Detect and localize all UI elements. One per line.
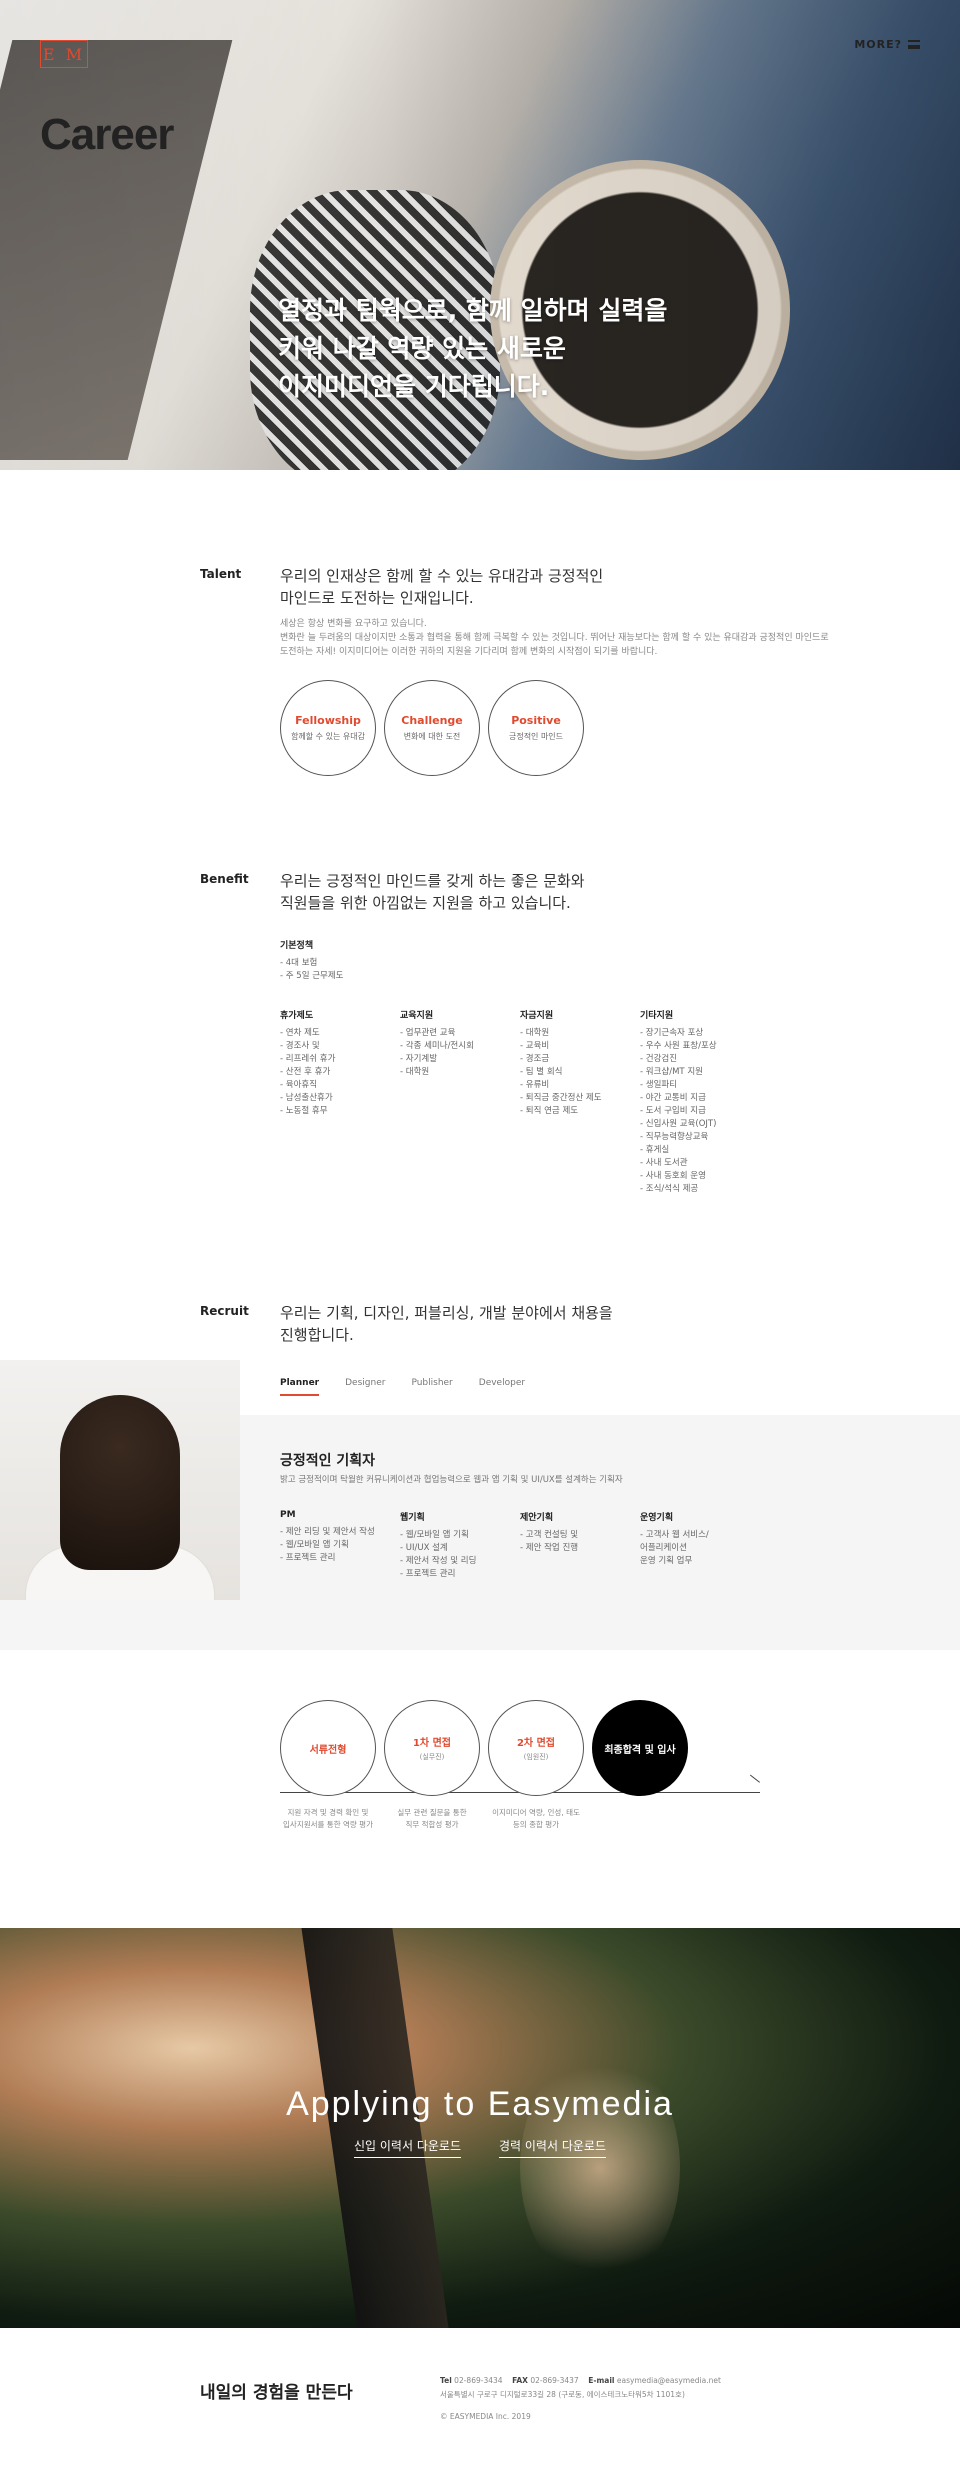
page: { "header": {"logo_text": "E M", "menu_l…: [0, 0, 960, 2478]
value-challenge: Challenge 변화에 대한 도전: [384, 680, 480, 776]
more-menu-button[interactable]: MORE?: [854, 38, 920, 51]
footer-email[interactable]: easymedia@easymedia.net: [617, 2376, 721, 2385]
job-column-operation: 운영기획 - 고객사 웹 서비스/ 어플리케이션 운영 기획 업무: [640, 1513, 709, 1566]
job-description: 밝고 긍정적이며 탁월한 커뮤니케이션과 협업능력으로 웹과 앱 기획 및 UI…: [280, 1475, 623, 1485]
apply-links: 신입 이력서 다운로드 경력 이력서 다운로드: [0, 2137, 960, 2158]
recruit-tabs: Planner Designer Publisher Developer: [280, 1378, 525, 1396]
job-column-proposal: 제안기획 - 고객 컨설팅 및 - 제안 작업 진행: [520, 1513, 579, 1553]
process-step-interview-1-desc: 실무 관련 질문을 통한 직무 적합성 평가: [397, 1808, 467, 1829]
benefit-basic: 기본정책 - 4대 보험 - 주 5일 근무제도: [280, 941, 344, 981]
value-fellowship: Fellowship 함께할 수 있는 유대감: [280, 680, 376, 776]
career-resume-download-link[interactable]: 경력 이력서 다운로드: [499, 2137, 606, 2158]
footer-slogan: 내일의 경험을 만든다: [200, 2383, 353, 2403]
apply-section: [0, 1928, 960, 2328]
process-step-interview-1: 1차 면접 (실무진): [384, 1700, 480, 1796]
talent-label: Talent: [200, 567, 242, 581]
footer-copyright: © EASYMEDIA Inc. 2019: [440, 2412, 531, 2421]
tab-developer[interactable]: Developer: [479, 1378, 525, 1396]
talent-lead: 우리의 인재상은 함께 할 수 있는 유대감과 긍정적인 마인드로 도전하는 인…: [280, 567, 604, 607]
hero-section: E M MORE? Career 열정과 팀웍으로, 함께 일하며 실력을 키워…: [0, 0, 960, 470]
benefit-lead: 우리는 긍정적인 마인드를 갖게 하는 좋은 문화와 직원들을 위한 아낌없는 …: [280, 872, 585, 912]
new-resume-download-link[interactable]: 신입 이력서 다운로드: [354, 2137, 461, 2158]
job-column-web-planning: 웹기획 - 웹/모바일 앱 기획 - UI/UX 설계 - 제안서 작성 및 리…: [400, 1513, 477, 1579]
tab-designer[interactable]: Designer: [345, 1378, 385, 1396]
benefit-column-education: 교육지원 - 업무관련 교육 - 각종 세미나/전시회 - 자기계발 - 대학원: [400, 1011, 474, 1077]
footer-address: 서울특별시 구로구 디지털로33길 28 (구로동, 에이스테크노타워5차 11…: [440, 2390, 685, 2399]
recruit-label: Recruit: [200, 1304, 249, 1318]
tab-publisher[interactable]: Publisher: [411, 1378, 452, 1396]
tab-planner[interactable]: Planner: [280, 1378, 320, 1396]
process-step-interview-2: 2차 면접 (임원진): [488, 1700, 584, 1796]
hamburger-icon: [908, 40, 920, 49]
recruit-lead: 우리는 기획, 디자인, 퍼블리싱, 개발 분야에서 채용을 진행합니다.: [280, 1304, 613, 1344]
footer-fax: 02-869-3437: [530, 2376, 579, 2385]
footer-info: Tel 02-869-3434 FAX 02-869-3437 E-mail e…: [440, 2374, 721, 2424]
talent-description: 세상은 항상 변화를 요구하고 있습니다. 변화란 늘 두려움의 대상이지만 소…: [280, 619, 829, 657]
apply-background-image: [301, 1928, 449, 2328]
process-step-document: 서류전형: [280, 1700, 376, 1796]
process-arrow-icon: [743, 1774, 760, 1792]
job-title: 긍정적인 기획자: [280, 1453, 376, 1469]
benefit-label: Benefit: [200, 872, 249, 886]
planner-photo: [0, 1360, 240, 1600]
job-column-pm: PM - 제안 리딩 및 제안서 작성 - 웹/모바일 앱 기획 - 프로젝트 …: [280, 1510, 375, 1563]
logo[interactable]: E M: [40, 40, 88, 68]
apply-title: Applying to Easymedia: [286, 2085, 674, 2123]
hero-copy: 열정과 팀웍으로, 함께 일하며 실력을 키워 나갈 역량 있는 새로운 이지미…: [278, 296, 668, 401]
process-step-interview-2-desc: 이지미디어 역량, 인성, 태도 등의 종합 평가: [492, 1808, 580, 1829]
footer-tel: 02-869-3434: [454, 2376, 503, 2385]
value-positive: Positive 긍정적인 마인드: [488, 680, 584, 776]
benefit-column-etc: 기타지원 - 장기근속자 포상 - 우수 사원 표창/포상 - 건강검진 - 워…: [640, 1011, 717, 1194]
process-step-document-desc: 지원 자격 및 경력 확인 및 입사지원서를 통한 역량 평가: [283, 1808, 373, 1829]
process-step-final: 최종합격 및 입사: [592, 1700, 688, 1796]
benefit-column-vacation: 휴가제도 - 연차 제도 - 경조사 및 - 리프레쉬 휴가 - 산전 후 휴가…: [280, 1011, 336, 1116]
benefit-column-funding: 자금지원 - 대학원 - 교육비 - 경조금 - 팀 별 회식 - 유류비 - …: [520, 1011, 602, 1116]
more-menu-label: MORE?: [854, 38, 902, 51]
page-title: Career: [40, 110, 174, 159]
